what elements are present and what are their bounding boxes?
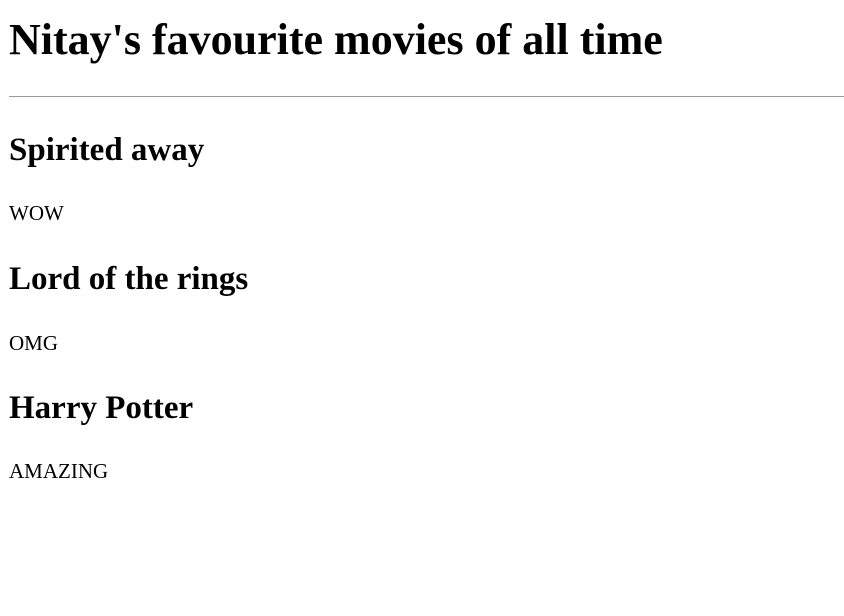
movie-title: Lord of the rings xyxy=(9,261,249,297)
movie-comment: AMAZING xyxy=(9,459,109,483)
movie-comment: WOW xyxy=(9,201,64,225)
page-title: Nitay's favourite movies of all time xyxy=(9,15,663,64)
movie-comment: OMG xyxy=(9,331,59,355)
page: Nitay's favourite movies of all time Spi… xyxy=(0,0,844,616)
movie-title: Harry Potter xyxy=(9,390,194,426)
movie-title: Spirited away xyxy=(9,132,205,168)
divider xyxy=(9,96,844,97)
